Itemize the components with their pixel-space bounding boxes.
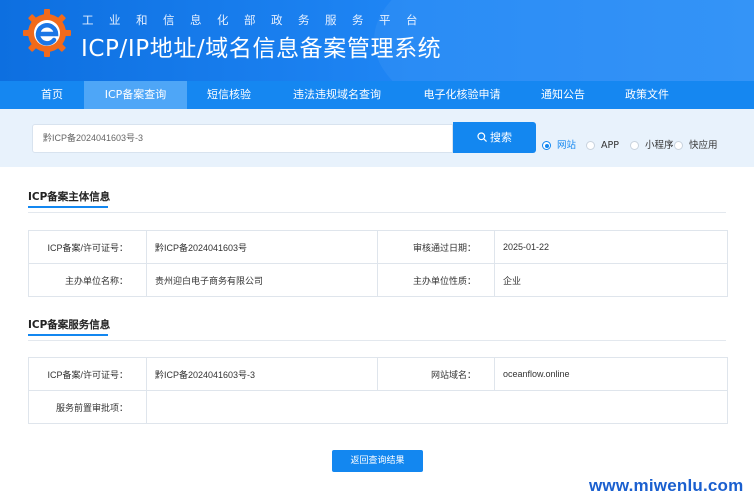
field-value: 2025-01-22 bbox=[494, 230, 728, 264]
section-title-underline bbox=[28, 206, 108, 208]
field-label: 主办单位性质： bbox=[377, 263, 495, 297]
field-value: 黔ICP备2024041603号-3 bbox=[146, 357, 378, 391]
main-nav: 首页 ICP备案查询 短信核验 违法违规域名查询 电子化核验申请 通知公告 政策… bbox=[0, 81, 754, 109]
radio-unchecked-icon bbox=[674, 141, 683, 150]
nav-item-illegal-domain[interactable]: 违法违规域名查询 bbox=[283, 81, 391, 109]
table-row: 服务前置审批项： bbox=[28, 390, 728, 424]
section-title-subject: ICP备案主体信息 bbox=[28, 191, 111, 203]
service-info-table: ICP备案/许可证号： 黔ICP备2024041603号-3 网站域名： oce… bbox=[28, 357, 728, 424]
radio-website-label: 网站 bbox=[557, 140, 577, 151]
section-divider bbox=[28, 212, 726, 213]
table-row: ICP备案/许可证号： 黔ICP备2024041603号 审核通过日期： 202… bbox=[28, 230, 728, 264]
radio-quick-app-label: 快应用 bbox=[689, 140, 718, 151]
radio-app-label: APP bbox=[601, 140, 619, 151]
table-row: ICP备案/许可证号： 黔ICP备2024041603号-3 网站域名： oce… bbox=[28, 357, 728, 391]
field-label: ICP备案/许可证号： bbox=[28, 230, 147, 264]
radio-unchecked-icon bbox=[586, 141, 595, 150]
field-label: 审核通过日期： bbox=[377, 230, 495, 264]
radio-mini-program-label: 小程序 bbox=[645, 140, 674, 151]
field-value: oceanflow.online bbox=[494, 357, 728, 391]
field-value: 黔ICP备2024041603号 bbox=[146, 230, 378, 264]
nav-item-e-verify[interactable]: 电子化核验申请 bbox=[411, 81, 513, 109]
nav-item-sms-verify[interactable]: 短信核验 bbox=[193, 81, 265, 109]
field-label: 主办单位名称： bbox=[28, 263, 147, 297]
radio-checked-icon bbox=[542, 141, 551, 150]
field-label: 网站域名： bbox=[377, 357, 495, 391]
nav-item-notices[interactable]: 通知公告 bbox=[530, 81, 596, 109]
header-subtitle: 工业和信息化部政务服务平台 bbox=[82, 13, 433, 27]
watermark: www.miwenlu.com bbox=[589, 476, 744, 495]
section-divider bbox=[28, 340, 726, 341]
app-root: 工业和信息化部政务服务平台 ICP/IP地址/域名信息备案管理系统 首页 ICP… bbox=[0, 0, 754, 500]
nav-item-policies[interactable]: 政策文件 bbox=[614, 81, 680, 109]
header-title: ICP/IP地址/域名信息备案管理系统 bbox=[81, 36, 442, 62]
field-label: 服务前置审批项： bbox=[28, 390, 147, 424]
site-logo-icon[interactable] bbox=[21, 7, 73, 59]
site-header: 工业和信息化部政务服务平台 ICP/IP地址/域名信息备案管理系统 bbox=[0, 0, 754, 81]
subject-info-table: ICP备案/许可证号： 黔ICP备2024041603号 审核通过日期： 202… bbox=[28, 230, 728, 297]
field-label: ICP备案/许可证号： bbox=[28, 357, 147, 391]
table-row: 主办单位名称： 贵州迎白电子商务有限公司 主办单位性质： 企业 bbox=[28, 263, 728, 297]
nav-item-home[interactable]: 首页 bbox=[20, 81, 84, 109]
field-value: 贵州迎白电子商务有限公司 bbox=[146, 263, 378, 297]
return-results-button[interactable]: 返回查询结果 bbox=[332, 450, 423, 472]
search-type-radio-group: 网站 APP 小程序 快应用 bbox=[0, 139, 754, 153]
nav-item-icp-query[interactable]: ICP备案查询 bbox=[84, 81, 187, 109]
section-title-service: ICP备案服务信息 bbox=[28, 319, 111, 331]
section-title-underline bbox=[28, 334, 108, 336]
field-value bbox=[146, 390, 728, 424]
field-value: 企业 bbox=[494, 263, 728, 297]
radio-unchecked-icon bbox=[630, 141, 639, 150]
